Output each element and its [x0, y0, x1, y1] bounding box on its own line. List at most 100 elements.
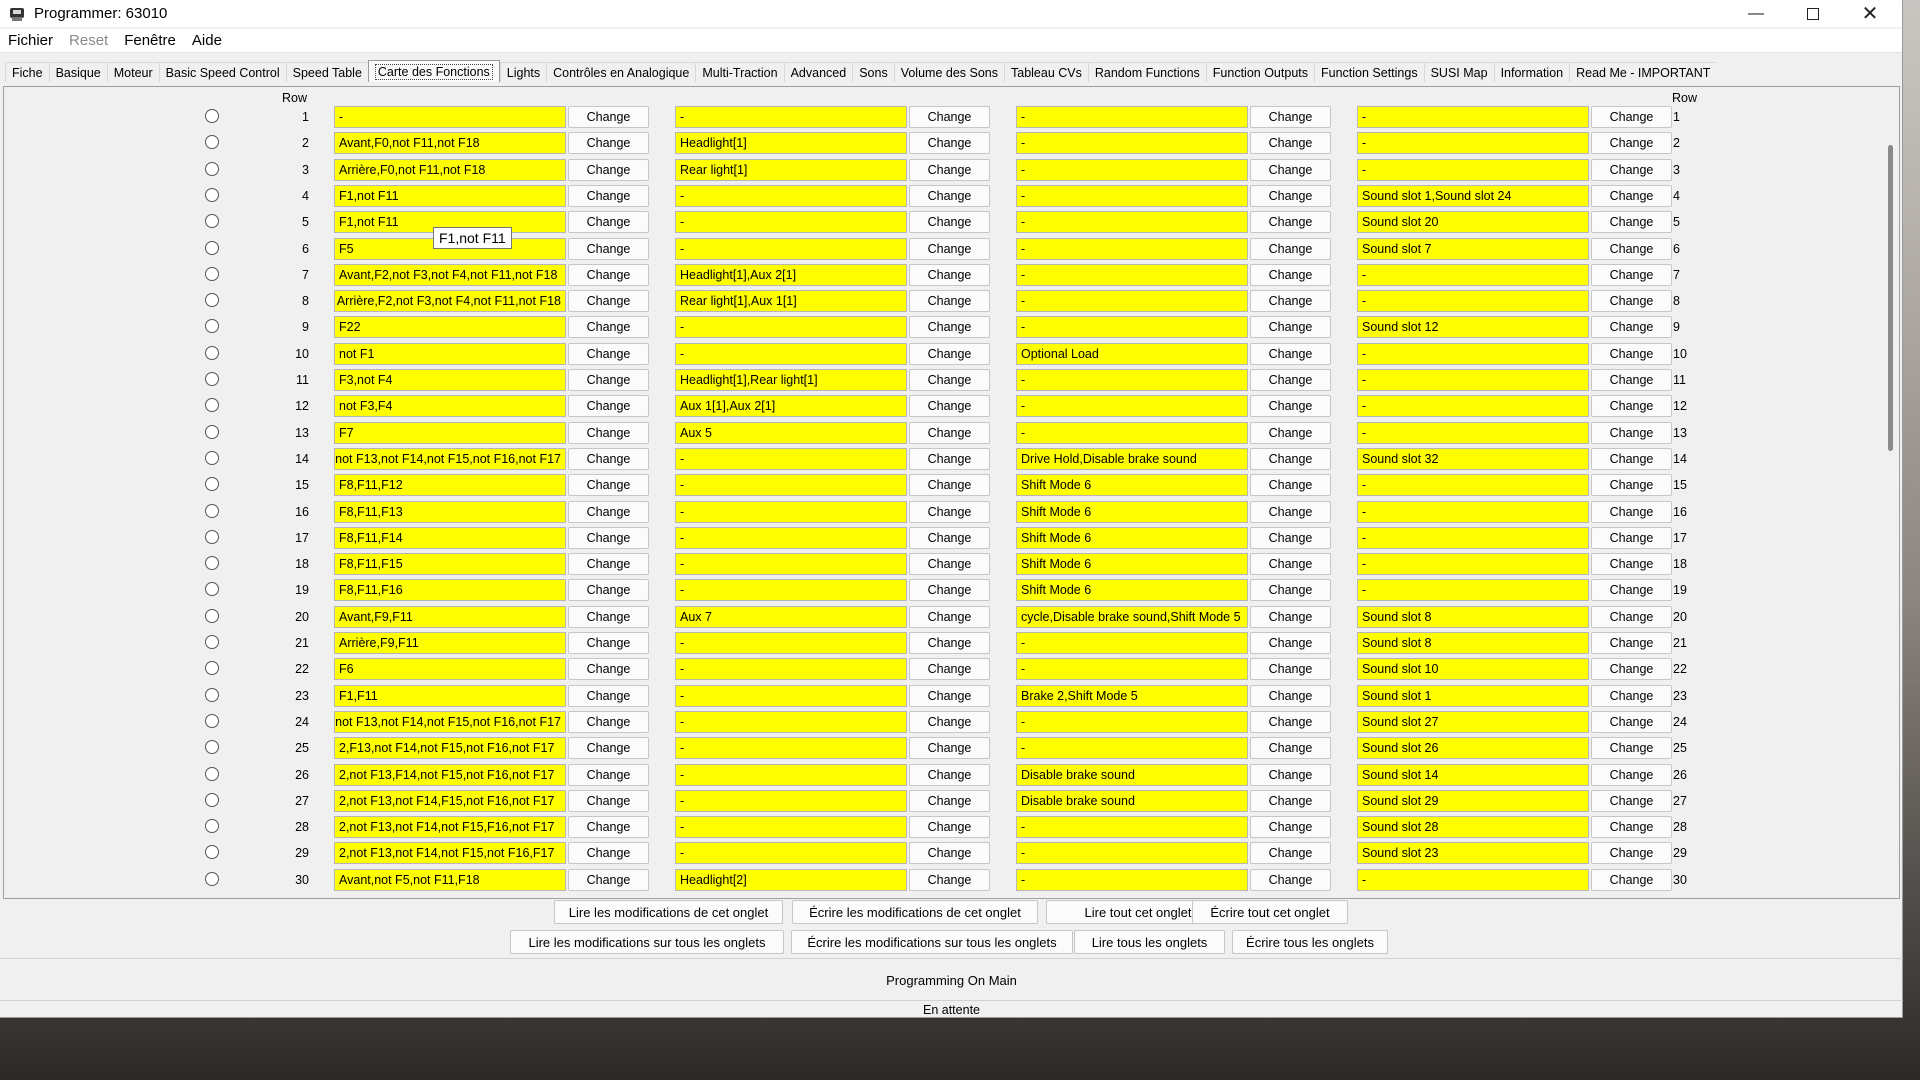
minimize-button[interactable]: ―: [1733, 0, 1779, 27]
change-button-col1[interactable]: Change: [568, 710, 649, 733]
change-button-col1[interactable]: Change: [568, 553, 649, 576]
change-button-col4[interactable]: Change: [1591, 395, 1672, 418]
change-button-col1[interactable]: Change: [568, 500, 649, 523]
change-button-col4[interactable]: Change: [1591, 342, 1672, 365]
change-button-col2[interactable]: Change: [909, 447, 990, 470]
change-button-col2[interactable]: Change: [909, 816, 990, 839]
change-button-col4[interactable]: Change: [1591, 632, 1672, 654]
row-select-radio[interactable]: [205, 187, 219, 202]
vertical-scrollbar[interactable]: [1882, 87, 1899, 898]
change-button-col1[interactable]: Change: [568, 658, 649, 681]
action-row1-button-2[interactable]: Écrire les modifications de cet onglet: [792, 900, 1038, 924]
change-button-col4[interactable]: Change: [1591, 211, 1672, 234]
tab-advanced[interactable]: Advanced: [783, 62, 853, 82]
change-button-col3[interactable]: Change: [1250, 526, 1331, 549]
tab-read-me-important[interactable]: Read Me - IMPORTANT: [1569, 62, 1717, 82]
change-button-col1[interactable]: Change: [568, 369, 649, 391]
row-select-radio[interactable]: [205, 450, 219, 465]
change-button-col3[interactable]: Change: [1250, 211, 1331, 234]
change-button-col4[interactable]: Change: [1591, 658, 1672, 681]
change-button-col4[interactable]: Change: [1591, 158, 1672, 181]
change-button-col1[interactable]: Change: [568, 290, 649, 313]
change-button-col4[interactable]: Change: [1591, 816, 1672, 839]
tab-basique[interactable]: Basique: [48, 62, 107, 82]
tab-sons[interactable]: Sons: [852, 62, 894, 82]
change-button-col2[interactable]: Change: [909, 184, 990, 207]
row-select-radio[interactable]: [205, 319, 219, 334]
change-button-col4[interactable]: Change: [1591, 763, 1672, 786]
change-button-col2[interactable]: Change: [909, 211, 990, 234]
change-button-col3[interactable]: Change: [1250, 369, 1331, 391]
change-button-col3[interactable]: Change: [1250, 316, 1331, 339]
row-select-radio[interactable]: [205, 477, 219, 492]
change-button-col3[interactable]: Change: [1250, 106, 1331, 128]
close-button[interactable]: ✕: [1847, 0, 1893, 27]
change-button-col2[interactable]: Change: [909, 842, 990, 865]
row-select-radio[interactable]: [205, 266, 219, 281]
menu-fenêtre[interactable]: Fenêtre: [116, 32, 184, 49]
change-button-col1[interactable]: Change: [568, 579, 649, 602]
row-select-radio[interactable]: [205, 161, 219, 176]
action-row2-button-4[interactable]: Écrire tous les onglets: [1232, 930, 1388, 954]
change-button-col2[interactable]: Change: [909, 500, 990, 523]
row-select-radio[interactable]: [205, 424, 219, 439]
tab-fiche[interactable]: Fiche: [5, 62, 49, 82]
change-button-col4[interactable]: Change: [1591, 447, 1672, 470]
action-row1-button-1[interactable]: Lire les modifications de cet onglet: [554, 900, 783, 924]
change-button-col2[interactable]: Change: [909, 421, 990, 444]
change-button-col1[interactable]: Change: [568, 526, 649, 549]
change-button-col2[interactable]: Change: [909, 158, 990, 181]
change-button-col3[interactable]: Change: [1250, 842, 1331, 865]
action-row2-button-2[interactable]: Écrire les modifications sur tous les on…: [791, 930, 1073, 954]
maximize-button[interactable]: [1790, 0, 1836, 27]
change-button-col4[interactable]: Change: [1591, 474, 1672, 497]
change-button-col3[interactable]: Change: [1250, 553, 1331, 576]
change-button-col3[interactable]: Change: [1250, 868, 1331, 891]
change-button-col2[interactable]: Change: [909, 763, 990, 786]
row-select-radio[interactable]: [205, 135, 219, 150]
change-button-col1[interactable]: Change: [568, 763, 649, 786]
change-button-col2[interactable]: Change: [909, 474, 990, 497]
change-button-col2[interactable]: Change: [909, 737, 990, 760]
change-button-col4[interactable]: Change: [1591, 684, 1672, 707]
change-button-col2[interactable]: Change: [909, 263, 990, 286]
tab-random-functions[interactable]: Random Functions: [1087, 62, 1206, 82]
row-select-radio[interactable]: [205, 792, 219, 807]
tab-information[interactable]: Information: [1493, 62, 1570, 82]
row-select-radio[interactable]: [205, 608, 219, 623]
row-select-radio[interactable]: [205, 845, 219, 860]
change-button-col3[interactable]: Change: [1250, 605, 1331, 628]
change-button-col4[interactable]: Change: [1591, 421, 1672, 444]
change-button-col2[interactable]: Change: [909, 579, 990, 602]
change-button-col3[interactable]: Change: [1250, 395, 1331, 418]
change-button-col3[interactable]: Change: [1250, 237, 1331, 260]
change-button-col3[interactable]: Change: [1250, 500, 1331, 523]
row-select-radio[interactable]: [205, 345, 219, 360]
row-select-radio[interactable]: [205, 871, 219, 886]
change-button-col3[interactable]: Change: [1250, 632, 1331, 654]
change-button-col3[interactable]: Change: [1250, 684, 1331, 707]
change-button-col2[interactable]: Change: [909, 526, 990, 549]
change-button-col2[interactable]: Change: [909, 868, 990, 891]
change-button-col1[interactable]: Change: [568, 263, 649, 286]
row-select-radio[interactable]: [205, 582, 219, 597]
change-button-col4[interactable]: Change: [1591, 842, 1672, 865]
change-button-col4[interactable]: Change: [1591, 526, 1672, 549]
change-button-col4[interactable]: Change: [1591, 737, 1672, 760]
change-button-col2[interactable]: Change: [909, 789, 990, 812]
change-button-col4[interactable]: Change: [1591, 868, 1672, 891]
change-button-col1[interactable]: Change: [568, 605, 649, 628]
tab-function-settings[interactable]: Function Settings: [1314, 62, 1424, 82]
change-button-col3[interactable]: Change: [1250, 474, 1331, 497]
change-button-col2[interactable]: Change: [909, 684, 990, 707]
change-button-col2[interactable]: Change: [909, 632, 990, 654]
row-select-radio[interactable]: [205, 398, 219, 413]
change-button-col4[interactable]: Change: [1591, 184, 1672, 207]
change-button-col1[interactable]: Change: [568, 395, 649, 418]
row-select-radio[interactable]: [205, 635, 219, 649]
tab-function-outputs[interactable]: Function Outputs: [1205, 62, 1314, 82]
row-select-radio[interactable]: [205, 819, 219, 834]
tab-basic-speed-control[interactable]: Basic Speed Control: [158, 62, 286, 82]
change-button-col1[interactable]: Change: [568, 211, 649, 234]
change-button-col2[interactable]: Change: [909, 342, 990, 365]
